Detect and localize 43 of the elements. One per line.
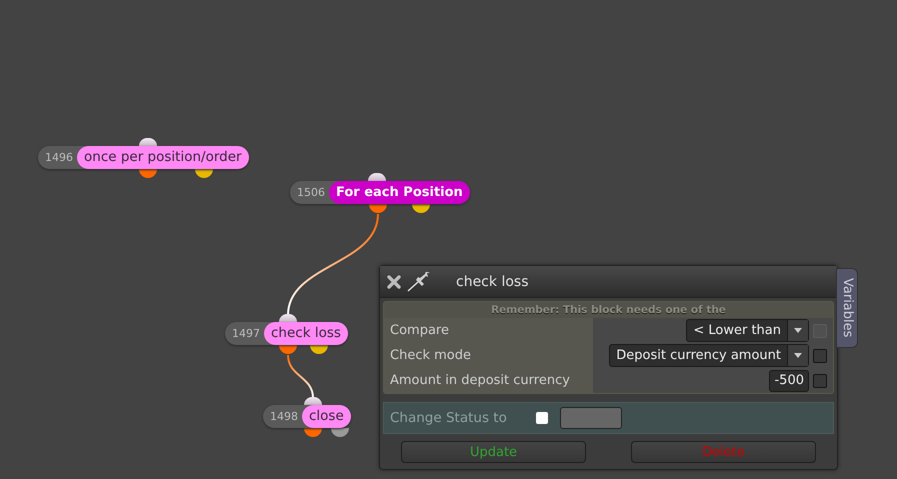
status-label: Change Status to (389, 410, 508, 426)
output-port[interactable] (279, 345, 297, 354)
output-port[interactable] (331, 428, 349, 437)
caret-icon (794, 328, 802, 333)
output-port[interactable] (195, 169, 213, 178)
checkbox[interactable] (813, 348, 827, 362)
dropdown[interactable]: Deposit currency amount (609, 344, 809, 367)
node-number: 1506 (296, 186, 326, 199)
update-button[interactable]: Update (401, 441, 586, 463)
node-label[interactable]: once per position/order (77, 146, 249, 169)
field-label: Compare (384, 318, 593, 343)
notice-text: Remember: This block needs one of the (384, 302, 833, 318)
node[interactable]: 1498 close (263, 405, 351, 428)
output-port[interactable] (139, 169, 157, 178)
variables-tab[interactable]: Variables (836, 268, 858, 348)
number-field[interactable]: -500 (769, 370, 809, 392)
node[interactable]: 1506 For each Position (290, 181, 470, 204)
node-number: 1496 (44, 151, 74, 164)
node-number: 1498 (269, 410, 299, 423)
checkbox[interactable] (813, 374, 827, 388)
input-port[interactable] (368, 173, 386, 181)
window-title: check loss (456, 274, 528, 290)
close-icon[interactable] (386, 274, 402, 290)
input-port[interactable] (304, 397, 322, 405)
output-port[interactable] (369, 204, 387, 213)
input-port[interactable] (279, 314, 297, 322)
node-number: 1497 (231, 327, 261, 340)
output-port[interactable] (304, 428, 322, 437)
pin-icon[interactable] (406, 272, 432, 292)
output-port[interactable] (412, 204, 430, 213)
field-label: Check mode (384, 343, 593, 368)
node-label[interactable]: For each Position (329, 181, 470, 204)
node-label[interactable]: close (302, 405, 351, 428)
connector (287, 354, 314, 398)
node[interactable]: 1496 once per position/order (38, 146, 249, 169)
input-port[interactable] (139, 138, 157, 146)
node-label[interactable]: check loss (264, 322, 348, 345)
caret-icon (794, 353, 802, 358)
output-port[interactable] (310, 345, 328, 354)
node[interactable]: 1497 check loss (225, 322, 348, 345)
field-label: Amount in deposit currency (384, 368, 593, 393)
checkbox[interactable] (536, 412, 548, 424)
status-field[interactable] (560, 407, 622, 429)
